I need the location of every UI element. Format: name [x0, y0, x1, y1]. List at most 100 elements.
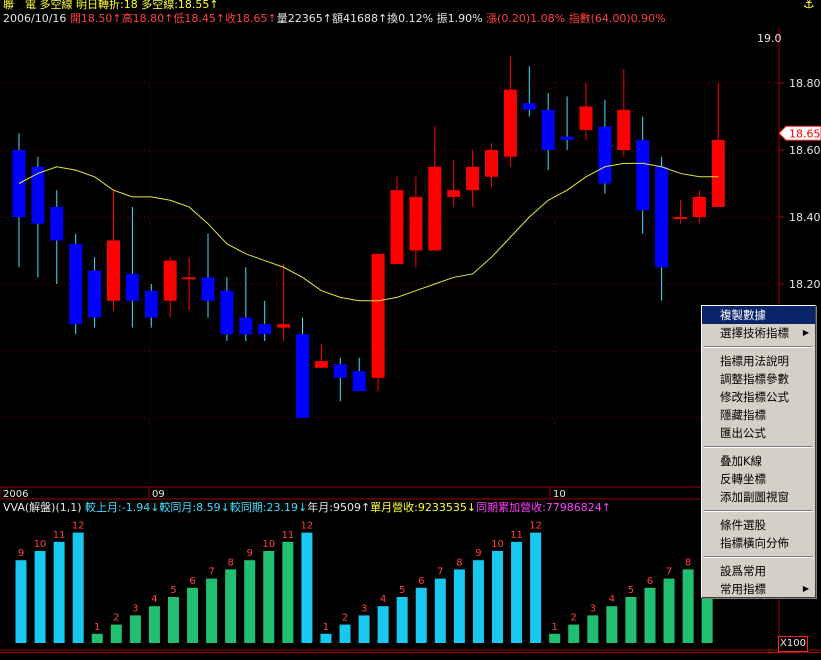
- candle-body: [522, 103, 536, 110]
- candle-body: [296, 334, 309, 418]
- vva-bar-label: 4: [380, 594, 386, 605]
- menu-item-label: 常用指標: [720, 582, 766, 596]
- context-menu[interactable]: 複製數據 選擇技術指標 ▶ 指標用法說明 調整指標參數修改指標公式 隱藏指標匯出公式叠加K…: [701, 305, 816, 598]
- candle-body: [466, 166, 480, 191]
- vva-bar: 4: [148, 594, 160, 643]
- vva-bar-rect: [148, 606, 160, 643]
- candle: [636, 116, 650, 234]
- candle: [69, 233, 83, 335]
- candle-body: [711, 139, 725, 207]
- candle: [579, 83, 593, 140]
- candle-body: [50, 206, 64, 241]
- vva-bar-rect: [396, 597, 408, 643]
- vva-bar-rect: [187, 587, 199, 643]
- candle: [314, 344, 328, 368]
- indicator-title: 多空線 明日轉折:18 多空線:18.55↑: [36, 0, 219, 11]
- candle-body: [503, 89, 517, 157]
- menu-item[interactable]: 條件選股: [702, 516, 815, 534]
- candle: [277, 263, 291, 341]
- vva-bar: 12: [72, 521, 85, 643]
- price-label: 18.60: [789, 144, 821, 157]
- menu-item[interactable]: 指標橫向分佈: [702, 534, 815, 552]
- menu-item-label: 叠加K線: [720, 454, 763, 468]
- candle-body: [314, 361, 328, 368]
- candle-body: [258, 324, 272, 335]
- submenu-arrow-icon: ▶: [802, 584, 809, 593]
- menu-item[interactable]: 匯出公式: [702, 424, 815, 442]
- vva-bar: 9: [15, 548, 27, 643]
- candle-body: [69, 243, 83, 325]
- vva-bar-label: 12: [72, 521, 85, 532]
- vva-bar-label: 1: [551, 622, 557, 633]
- menu-item[interactable]: 隱藏指標: [702, 406, 815, 424]
- candle-body: [447, 190, 461, 197]
- vva-bar-rect: [263, 551, 275, 643]
- menu-item[interactable]: 設爲常用: [702, 562, 815, 580]
- vva-bar: 1: [91, 622, 103, 643]
- menu-separator: [704, 346, 813, 348]
- vva-bar: 10: [491, 539, 504, 643]
- candle: [371, 253, 385, 392]
- vva-bar: 10: [262, 539, 275, 643]
- vva-bar-rect: [492, 551, 503, 643]
- vva-monthly-revenue: 單月營收:9233535↓: [370, 501, 477, 514]
- vva-bar: 6: [644, 576, 656, 643]
- vva-bar-label: 11: [281, 530, 294, 541]
- candle: [50, 190, 64, 284]
- vva-bar-rect: [663, 578, 675, 643]
- menu-item-label: 修改指標公式: [720, 390, 789, 404]
- vva-bar-label: 6: [189, 576, 195, 587]
- candle: [711, 83, 725, 207]
- vva-bar: 2: [568, 613, 580, 643]
- menu-item[interactable]: 指標用法說明: [702, 352, 815, 370]
- anchor-icon[interactable]: ⚓: [803, 0, 815, 12]
- candle-body: [598, 126, 612, 184]
- menu-item[interactable]: 添加副圖視窗: [702, 488, 815, 506]
- vva-bar: 4: [377, 594, 389, 643]
- candle-body: [428, 166, 442, 251]
- vva-bar-rect: [53, 541, 65, 643]
- vva-bar: 8: [453, 557, 465, 643]
- candle-body: [674, 217, 687, 219]
- menu-item[interactable]: 常用指標 ▶: [702, 580, 815, 598]
- vva-bar-rect: [644, 587, 656, 643]
- vva-bar-label: 11: [510, 530, 523, 541]
- vva-bar-label: 2: [342, 613, 348, 624]
- vva-bar-rect: [530, 532, 542, 643]
- quote-change: 漲(0.20)1.08% 指數(64.00)0.90%: [486, 12, 666, 25]
- vva-bar: 12: [301, 521, 313, 643]
- menu-item-label: 隱藏指標: [720, 408, 766, 422]
- candle-body: [579, 106, 593, 130]
- candle: [503, 56, 517, 167]
- candle-body: [163, 260, 177, 301]
- scale-badge[interactable]: X100: [778, 636, 808, 652]
- vva-bar-rect: [339, 624, 351, 643]
- quote-date: 2006/10/16: [3, 12, 70, 25]
- candle: [390, 176, 404, 264]
- menu-item[interactable]: 選擇技術指標 ▶: [702, 324, 815, 342]
- vva-bar: 7: [663, 567, 675, 643]
- menu-separator: [704, 556, 813, 558]
- menu-item[interactable]: 叠加K線: [702, 452, 815, 470]
- submenu-arrow-icon: ▶: [802, 328, 809, 337]
- candle-body: [333, 364, 347, 378]
- vva-bar-rect: [72, 532, 84, 643]
- candle: [107, 190, 120, 311]
- chart-canvas[interactable]: 19.0 18.80 18.60 18.40 18.20 18.65 2006 09 10 9…: [0, 0, 821, 659]
- vva-bar-label: 11: [53, 530, 66, 541]
- candle: [12, 133, 26, 268]
- candle-body: [239, 317, 253, 335]
- vva-bar-rect: [606, 606, 618, 643]
- menu-item[interactable]: 修改指標公式: [702, 388, 815, 406]
- menu-item[interactable]: 複製數據: [702, 306, 815, 324]
- vva-bar-rect: [682, 569, 694, 643]
- price-label: 18.20: [789, 278, 821, 291]
- menu-item[interactable]: 調整指標參數: [702, 370, 815, 388]
- time-label: 10: [553, 489, 566, 500]
- candle: [598, 99, 612, 194]
- vva-bar-label: 8: [456, 557, 462, 568]
- vva-bar-rect: [472, 560, 484, 643]
- candle-body: [201, 277, 215, 301]
- price-label: 18.40: [789, 211, 821, 224]
- menu-item[interactable]: 反轉坐標: [702, 470, 815, 488]
